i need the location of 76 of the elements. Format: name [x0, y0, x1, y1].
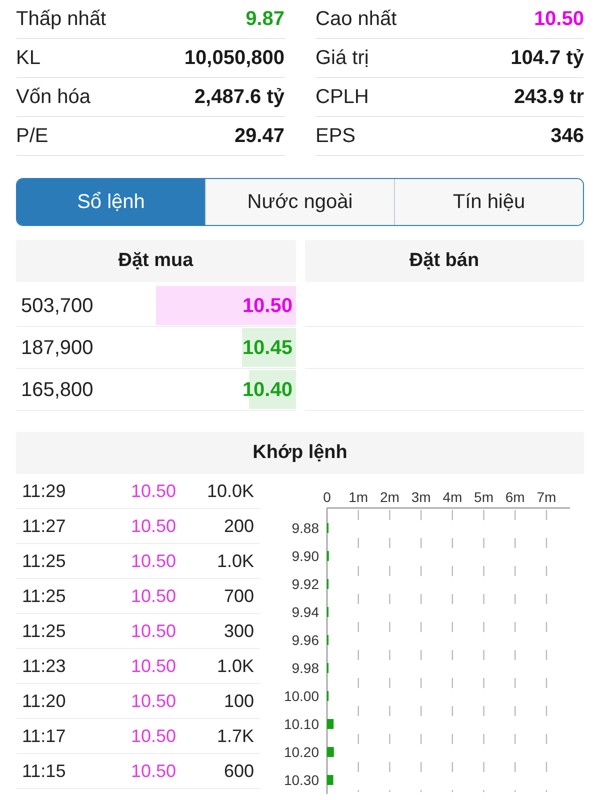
- stat-value: 10.50: [534, 7, 584, 32]
- trade-time: 11:25: [21, 584, 67, 608]
- stat-label: CPLH: [316, 85, 369, 110]
- stat-label: P/E: [16, 124, 48, 149]
- trade-volume: 200: [222, 514, 255, 538]
- trade-price: 10.50: [130, 724, 176, 748]
- bid-price: 10.50: [242, 294, 294, 318]
- trade-price: 10.50: [130, 550, 176, 572]
- trade-volume: 700: [222, 584, 255, 608]
- trade-time: 11:25: [21, 620, 67, 642]
- trade-time: 11:20: [21, 690, 67, 712]
- bid-volume: 503,700: [20, 294, 94, 318]
- y-tick-label: 9.90: [292, 548, 319, 564]
- x-tick-label: 7m: [536, 489, 556, 505]
- bid-volume: 187,900: [20, 336, 94, 360]
- stat-value: 2,487.6 tỷ: [194, 85, 284, 110]
- trade-time: 11:15: [21, 760, 67, 782]
- stat-value: 10,050,800: [184, 46, 284, 71]
- volume-bar: [327, 747, 334, 757]
- stat-label: Cao nhất: [316, 7, 397, 32]
- stat-label: KL: [16, 46, 40, 71]
- bid-volume: 165,800: [20, 378, 94, 402]
- volume-bar: [327, 775, 334, 785]
- stat-value: 243.9 tr: [514, 85, 584, 110]
- column-header: Đặt bán: [304, 240, 584, 282]
- y-tick-label: 9.96: [292, 632, 319, 648]
- trade-volume: 300: [222, 620, 255, 642]
- stat-value: 9.87: [246, 7, 284, 32]
- trade-price: 10.50: [130, 514, 176, 538]
- tab[interactable]: Nước ngoài: [205, 179, 394, 225]
- trade-volume: 1.7K: [216, 724, 255, 748]
- bid-price: 10.45: [242, 336, 294, 360]
- stat-value: 29.47: [234, 124, 284, 149]
- x-tick-label: 4m: [442, 489, 462, 505]
- y-tick-label: 9.94: [292, 604, 319, 620]
- y-tick-label: 9.88: [292, 520, 319, 536]
- y-tick-label: 10.30: [284, 772, 319, 788]
- trade-price: 10.50: [130, 760, 176, 782]
- tab[interactable]: Tín hiệu: [394, 179, 583, 225]
- stat-value: 104.7 tỷ: [510, 46, 584, 71]
- trade-volume: 1.0K: [216, 654, 255, 678]
- x-tick-label: 2m: [380, 489, 400, 505]
- x-tick-label: 1m: [348, 489, 368, 505]
- y-tick-label: 10.10: [284, 716, 319, 732]
- trade-price: 10.50: [130, 690, 176, 712]
- trade-volume: 100: [222, 690, 255, 712]
- trade-price: 10.50: [130, 480, 176, 502]
- stat-label: Thấp nhất: [16, 7, 106, 32]
- bid-price: 10.40: [242, 378, 294, 402]
- section-title: Khớp lệnh: [16, 432, 584, 474]
- stat-label: Vốn hóa: [16, 85, 91, 110]
- trade-volume: 10.0K: [206, 480, 255, 502]
- x-tick-label: 6m: [505, 489, 525, 505]
- trade-time: 11:27: [21, 514, 67, 538]
- y-tick-label: 10.20: [284, 744, 319, 760]
- stat-label: EPS: [316, 124, 356, 149]
- trade-price: 10.50: [130, 584, 176, 608]
- trade-price: 10.50: [130, 620, 176, 642]
- column-header: Đặt mua: [16, 240, 296, 282]
- y-tick-label: 9.92: [292, 576, 319, 592]
- x-tick-label: 3m: [411, 489, 431, 505]
- trade-volume: 1.0K: [216, 550, 255, 572]
- y-tick-label: 9.98: [292, 660, 319, 676]
- trade-time: 11:29: [21, 480, 67, 502]
- stat-value: 346: [550, 124, 584, 149]
- trade-volume: 600: [222, 760, 255, 782]
- x-tick-label: 0: [323, 489, 331, 505]
- y-tick-label: 10.00: [284, 688, 319, 704]
- tab[interactable]: Sổ lệnh: [17, 179, 205, 225]
- volume-bar: [327, 719, 334, 729]
- trade-time: 11:23: [21, 654, 67, 678]
- trade-time: 11:25: [21, 550, 67, 572]
- stat-label: Giá trị: [316, 46, 369, 71]
- trade-time: 11:17: [21, 724, 67, 748]
- x-tick-label: 5m: [474, 489, 494, 505]
- trade-price: 10.50: [130, 654, 176, 678]
